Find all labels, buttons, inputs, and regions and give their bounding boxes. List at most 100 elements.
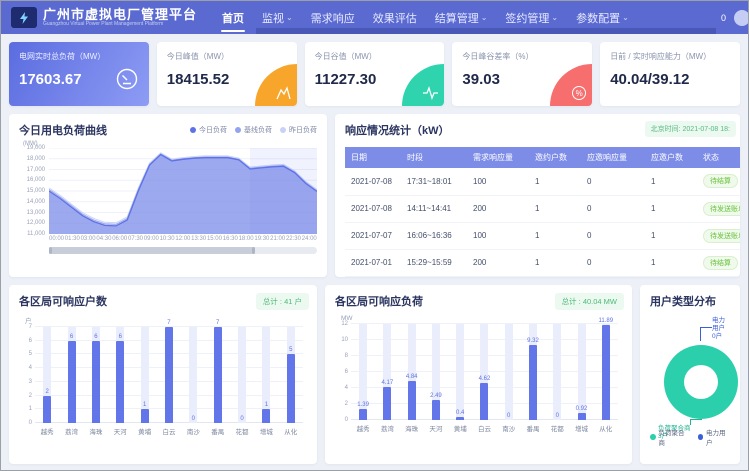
bar-column: 2.49 xyxy=(424,324,448,420)
cell-demand: 100 xyxy=(467,222,529,249)
cell-period: 15:29~15:59 xyxy=(401,249,467,276)
bar[interactable] xyxy=(165,327,173,423)
bar[interactable] xyxy=(92,341,100,423)
bar[interactable] xyxy=(408,381,416,420)
kpi-card-realtime-total-load: 电网实时总负荷（MW） 17603.67 xyxy=(9,42,149,106)
bar-value-label: 6 xyxy=(70,334,73,340)
y-axis-tick: 18,000 xyxy=(19,156,45,162)
datazoom-selected-range[interactable] xyxy=(49,247,255,254)
datazoom-handle-left[interactable] xyxy=(49,247,52,254)
bar[interactable] xyxy=(68,341,76,423)
legend-item-baseline[interactable]: 基线负荷 xyxy=(235,125,272,135)
user-type-donut[interactable] xyxy=(664,345,738,419)
bar[interactable] xyxy=(287,354,295,423)
bar-value-label: 1.39 xyxy=(357,402,369,408)
app-subtitle: Guangzhou Virtual Power Plant Management… xyxy=(43,22,197,27)
datazoom-handle-right[interactable] xyxy=(252,247,255,254)
y-axis-tick: 0 xyxy=(19,420,32,426)
legend-dot xyxy=(280,127,286,133)
datazoom-slider[interactable] xyxy=(49,247,317,254)
avatar[interactable] xyxy=(734,10,749,26)
bar[interactable] xyxy=(383,387,391,420)
y-axis-tick: 1 xyxy=(19,406,32,412)
bar-column: 0.4 xyxy=(448,324,472,420)
y-axis-tick: 3 xyxy=(19,379,32,385)
y-axis-unit: (MW) xyxy=(23,141,317,147)
cell-invited: 1 xyxy=(529,195,581,222)
bar[interactable] xyxy=(529,345,537,420)
status-badge: 待结算 xyxy=(703,174,738,188)
x-axis-tick: 16:30 xyxy=(223,236,238,242)
col-demand: 需求响应量 xyxy=(467,147,529,168)
bar[interactable] xyxy=(43,396,51,423)
x-axis-tick: 21:00 xyxy=(270,236,285,242)
cell-confirmed: 0 xyxy=(581,249,645,276)
response-table: 日期 时段 需求响应量 邀约户数 应邀响应量 应邀户数 状态 操作 2021-0… xyxy=(345,147,740,277)
x-axis-tick: 12:00 xyxy=(175,236,190,242)
bar-value-label: 0 xyxy=(556,413,559,419)
status-badge: 待发送账单 xyxy=(703,229,740,243)
response-table-panel: 响应情况统计（kW） 北京时间: 2021-07-08 18: 日期 时段 需求… xyxy=(335,114,740,277)
cell-date: 2021-07-08 xyxy=(345,195,401,222)
bar[interactable] xyxy=(359,409,367,420)
bar-track xyxy=(553,324,561,420)
cell-period: 14:11~14:41 xyxy=(401,195,467,222)
load-curve-legend: 今日负荷 基线负荷 昨日负荷 xyxy=(190,125,317,135)
bar-column: 6 xyxy=(59,327,83,423)
cell-responded: 1 xyxy=(645,222,697,249)
nav-item-home[interactable]: 首页 xyxy=(213,1,253,34)
cell-invited: 1 xyxy=(529,222,581,249)
y-axis-tick: 2 xyxy=(19,393,32,399)
bar[interactable] xyxy=(262,409,270,423)
district-users-xlabels: 越秀荔湾海珠天河黄埔白云南沙番禺花都增城从化 xyxy=(35,426,303,436)
bar-column: 6 xyxy=(108,327,132,423)
beijing-time-badge: 北京时间: 2021-07-08 18: xyxy=(645,121,736,137)
x-axis-tick: 增城 xyxy=(254,426,278,436)
legend-item-power-user[interactable]: 电力用户 xyxy=(698,427,730,447)
bar-track xyxy=(505,324,513,420)
bar[interactable] xyxy=(578,413,586,420)
district-users-plot: 0123456726661707015 xyxy=(35,327,303,423)
x-axis-tick: 黄埔 xyxy=(132,426,156,436)
bar-column: 1 xyxy=(132,327,156,423)
x-axis-tick: 18:00 xyxy=(239,236,254,242)
bar[interactable] xyxy=(432,400,440,420)
x-axis-tick: 13:30 xyxy=(191,236,206,242)
bar-column: 5 xyxy=(279,327,303,423)
bar-value-label: 4.62 xyxy=(479,376,491,382)
callout-power-users: 电力用户 0户 xyxy=(712,317,730,341)
bar-value-label: 0 xyxy=(507,413,510,419)
chevron-down-icon: ⌄ xyxy=(286,13,293,22)
kpi-card-peak-valley-rate: 今日峰谷差率（%） 39.03 % xyxy=(452,42,592,106)
col-date: 日期 xyxy=(345,147,401,168)
bar-value-label: 0.4 xyxy=(456,410,464,416)
bar-column: 0 xyxy=(230,327,254,423)
col-invited: 邀约户数 xyxy=(529,147,581,168)
x-axis-tick: 天河 xyxy=(108,426,132,436)
bar[interactable] xyxy=(456,417,464,420)
x-axis-tick: 越秀 xyxy=(351,423,375,433)
x-axis-tick: 04:30 xyxy=(96,236,111,242)
bar[interactable] xyxy=(116,341,124,423)
x-axis-tick: 南沙 xyxy=(497,423,521,433)
chevron-down-icon: ⌄ xyxy=(481,13,488,22)
y-axis-tick: 4 xyxy=(19,365,32,371)
cell-responded: 1 xyxy=(645,249,697,276)
bar[interactable] xyxy=(141,409,149,423)
bar-column: 7 xyxy=(206,327,230,423)
notification-count[interactable]: 0 xyxy=(721,13,726,23)
bar[interactable] xyxy=(214,327,222,423)
x-axis-tick: 01:30 xyxy=(65,236,80,242)
x-axis-tick: 22:30 xyxy=(286,236,301,242)
bar[interactable] xyxy=(602,325,610,420)
district-load-xlabels: 越秀荔湾海珠天河黄埔白云南沙番禺花都增城从化 xyxy=(351,423,618,433)
x-axis-tick: 03:00 xyxy=(81,236,96,242)
bar-column: 4.62 xyxy=(472,324,496,420)
legend-item-today[interactable]: 今日负荷 xyxy=(190,125,227,135)
bar-column: 0 xyxy=(497,324,521,420)
x-axis-tick: 19:30 xyxy=(254,236,269,242)
legend-item-aggregator[interactable]: 负荷聚合商 xyxy=(650,427,689,447)
user-type-legend: 负荷聚合商 电力用户 xyxy=(650,427,730,447)
bar[interactable] xyxy=(480,383,488,420)
legend-item-yesterday[interactable]: 昨日负荷 xyxy=(280,125,317,135)
